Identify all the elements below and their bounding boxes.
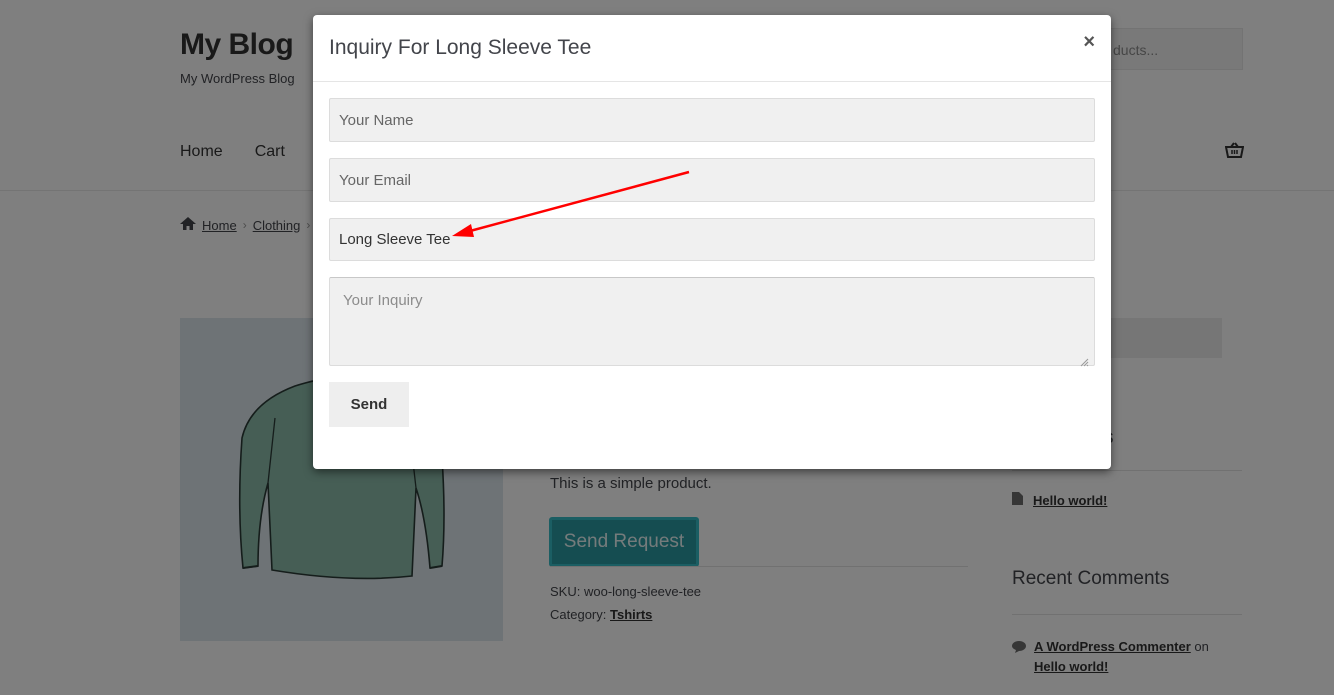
modal-title: Inquiry For Long Sleeve Tee bbox=[329, 36, 592, 59]
name-field[interactable] bbox=[329, 98, 1095, 142]
inquiry-textarea[interactable] bbox=[329, 277, 1095, 366]
product-name-field[interactable] bbox=[329, 218, 1095, 261]
send-button[interactable]: Send bbox=[329, 382, 409, 427]
close-icon[interactable]: × bbox=[1083, 32, 1095, 52]
resize-handle-icon[interactable] bbox=[1080, 354, 1089, 367]
modal-header: Inquiry For Long Sleeve Tee × bbox=[313, 15, 1111, 82]
email-field[interactable] bbox=[329, 158, 1095, 202]
inquiry-modal: Inquiry For Long Sleeve Tee × Send bbox=[313, 15, 1111, 469]
